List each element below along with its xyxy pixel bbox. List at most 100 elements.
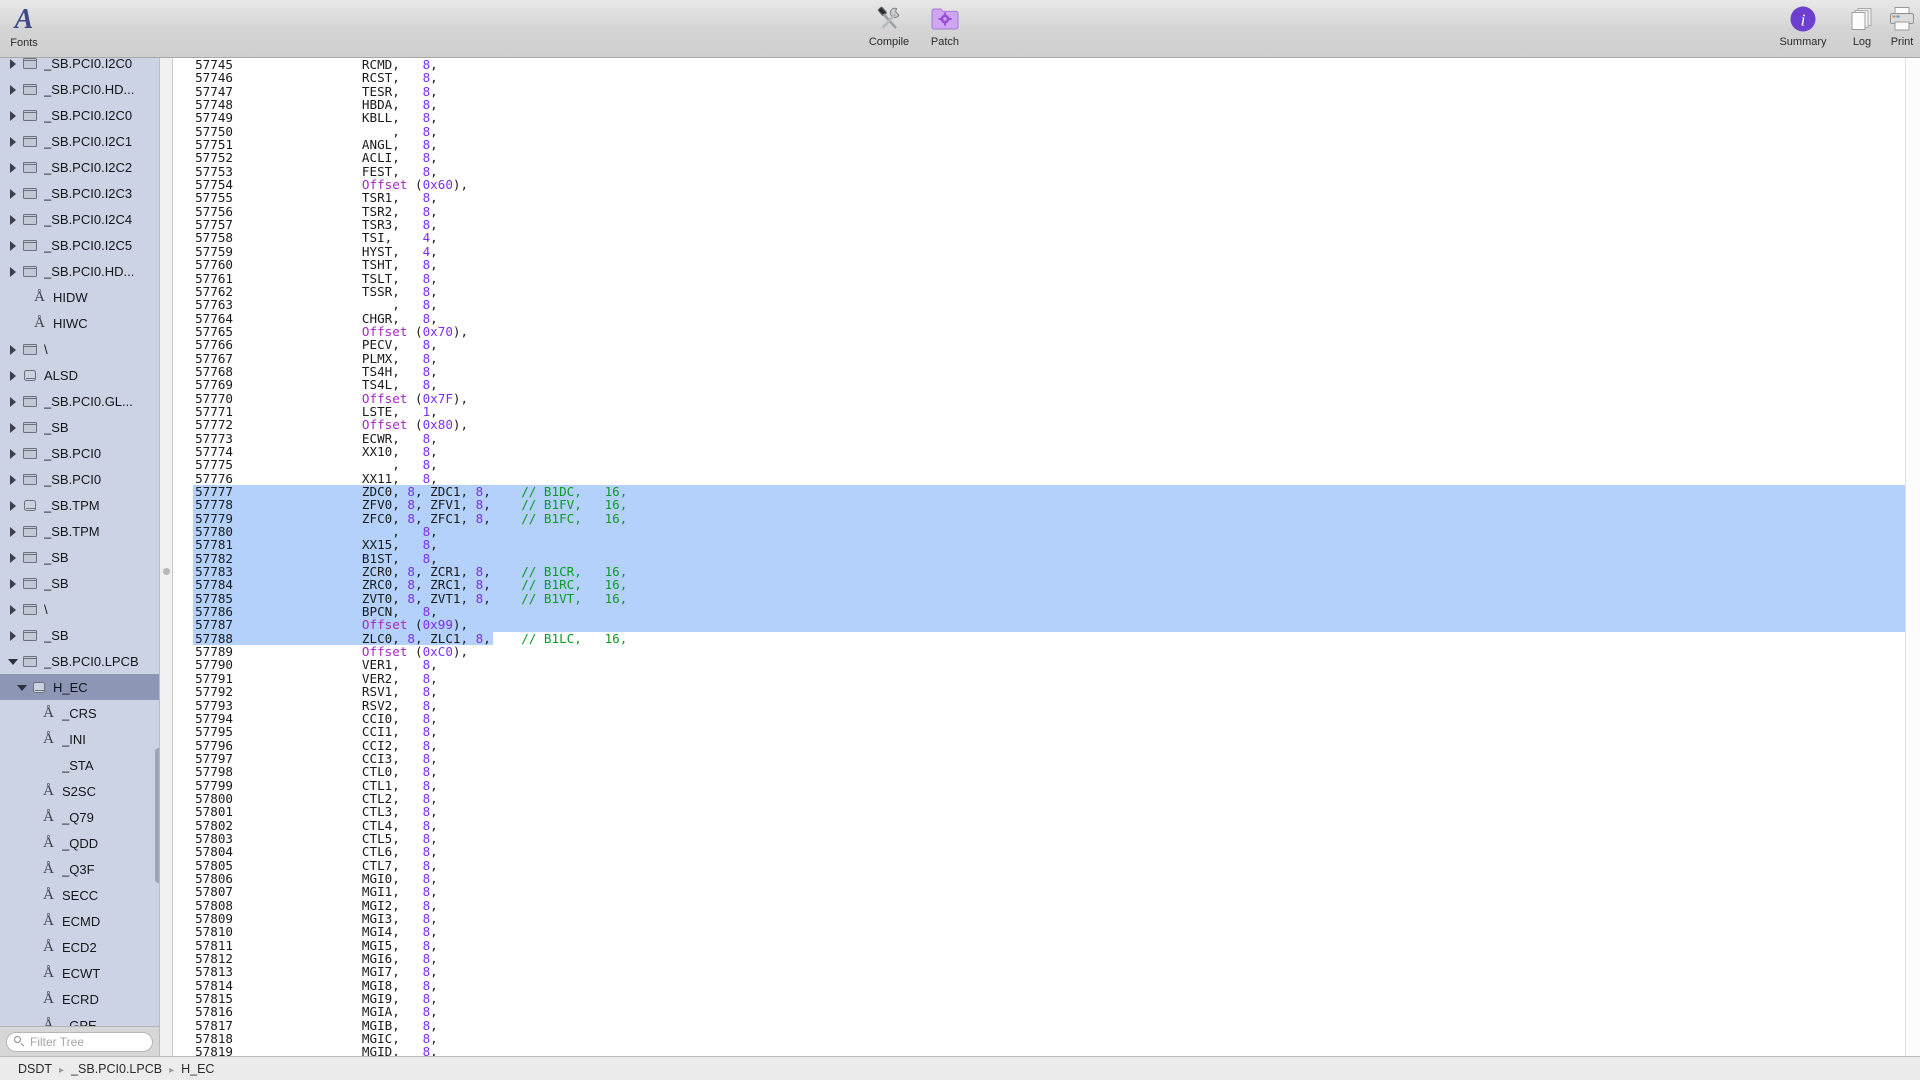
code-editor-panel[interactable]: 57745 RCMD, 8, 57746 RCST, 8, 57747 TESR, … [160,58,1920,1056]
chevron-right-icon[interactable] [8,474,19,485]
toolbar-button-log[interactable]: Log [1838,3,1886,49]
code-line[interactable]: 57790 VER1, 8, [173,658,1920,672]
code-line[interactable]: 57769 TS4L, 8, [173,378,1920,392]
tree-item--sb-pci0-i2c0[interactable]: _SB.PCI0.I2C0 [0,58,159,76]
chevron-right-icon[interactable] [8,578,19,589]
chevron-down-icon[interactable] [17,682,28,693]
tree-item-hidw[interactable]: Å HIDW [0,284,159,310]
tree-item-ecwt[interactable]: Å ECWT [0,960,159,986]
code-line[interactable]: 57767 PLMX, 8, [173,351,1920,365]
code-line[interactable]: 57819 MGID, 8, [173,1045,1920,1056]
code-line[interactable]: 57763 , 8, [173,298,1920,312]
tree-item--sb-pci0-i2c4[interactable]: _SB.PCI0.I2C4 [0,206,159,232]
code-line[interactable]: 57755 TSR1, 8, [173,191,1920,205]
filter-tree-input[interactable]: Filter Tree [6,1031,153,1052]
chevron-right-icon[interactable] [8,344,19,355]
chevron-right-icon[interactable] [8,110,19,121]
tree-item--sb[interactable]: _SB [0,570,159,596]
code-line[interactable]: 57749 KBLL, 8, [173,111,1920,125]
chevron-right-icon[interactable] [8,630,19,641]
chevron-right-icon[interactable] [8,84,19,95]
tree-item--sta[interactable]: _STA [0,752,159,778]
chevron-right-icon[interactable] [8,188,19,199]
code-line[interactable]: 57766 PECV, 8, [173,338,1920,352]
tree-item--ini[interactable]: Å _INI [0,726,159,752]
tree-item-ecrd[interactable]: Å ECRD [0,986,159,1012]
code-line[interactable]: 57799 CTL1, 8, [173,778,1920,792]
tree-item--sb-tpm[interactable]: _SB.TPM [0,492,159,518]
tree-item--sb[interactable]: _SB [0,622,159,648]
code-line[interactable]: 57772 Offset (0x80), [173,418,1920,432]
code-line[interactable]: 57805 CTL7, 8, [173,858,1920,872]
tree-item-h-ec[interactable]: H_EC [0,674,159,700]
chevron-right-icon[interactable] [8,266,19,277]
chevron-right-icon[interactable] [8,162,19,173]
tree-item--sb-pci0-lpcb[interactable]: _SB.PCI0.LPCB [0,648,159,674]
tree-item--sb-pci0-hd-[interactable]: _SB.PCI0.HD... [0,76,159,102]
code-line[interactable]: 57810 MGI4, 8, [173,925,1920,939]
tree-item--sb-pci0-i2c0[interactable]: _SB.PCI0.I2C0 [0,102,159,128]
tree-item-s2sc[interactable]: Å S2SC [0,778,159,804]
editor-vertical-scrollbar[interactable] [1905,58,1920,1056]
tree-item--crs[interactable]: Å _CRS [0,700,159,726]
tree-item--sb-pci0-i2c2[interactable]: _SB.PCI0.I2C2 [0,154,159,180]
tree-item--q3f[interactable]: Å _Q3F [0,856,159,882]
code-line[interactable]: 57752 ACLI, 8, [173,151,1920,165]
breadcrumb-item[interactable]: _SB.PCI0.LPCB [71,1062,162,1076]
chevron-right-icon[interactable] [8,240,19,251]
chevron-right-icon[interactable] [8,448,19,459]
toolbar-button-fonts[interactable]: A Fonts [0,4,48,50]
code-line[interactable]: 57816 MGIA, 8, [173,1005,1920,1019]
code-line[interactable]: 57760 TSHT, 8, [173,258,1920,272]
tree-item--sb-tpm[interactable]: _SB.TPM [0,518,159,544]
code-line[interactable]: 57770 Offset (0x7F), [173,391,1920,405]
code-text-area[interactable]: 57745 RCMD, 8, 57746 RCST, 8, 57747 TESR, … [173,58,1920,1056]
chevron-right-icon[interactable] [8,370,19,381]
code-line[interactable]: 57813 MGI7, 8, [173,965,1920,979]
toolbar-button-print[interactable]: Print [1880,3,1920,49]
tree-item--sb-pci0-hd-[interactable]: _SB.PCI0.HD... [0,258,159,284]
tree-item--[interactable]: \ [0,336,159,362]
chevron-right-icon[interactable] [8,136,19,147]
code-line[interactable]: 57807 MGI1, 8, [173,885,1920,899]
breadcrumb[interactable]: DSDT ▸ _SB.PCI0.LPCB ▸ H_EC [18,1062,214,1076]
chevron-right-icon[interactable] [8,396,19,407]
code-line[interactable]: 57758 TSI, 4, [173,231,1920,245]
code-line[interactable]: 57764 CHGR, 8, [173,311,1920,325]
code-line[interactable]: 57773 ECWR, 8, [173,431,1920,445]
tree-item-ecmd[interactable]: Å ECMD [0,908,159,934]
code-line[interactable]: 57781 XX15, 8, [173,538,1920,552]
code-line[interactable]: 57776 XX11, 8, [173,471,1920,485]
tree-item--sb-pci0[interactable]: _SB.PCI0 [0,466,159,492]
chevron-right-icon[interactable] [8,500,19,511]
breadcrumb-item[interactable]: H_EC [181,1062,214,1076]
chevron-right-icon[interactable] [8,214,19,225]
tree-item--[interactable]: \ [0,596,159,622]
code-line[interactable]: 57808 MGI2, 8, [173,898,1920,912]
code-line[interactable]: 57746 RCST, 8, [173,71,1920,85]
chevron-down-icon[interactable] [8,656,19,667]
code-line[interactable]: 57804 CTL6, 8, [173,845,1920,859]
tree-item--gpe[interactable]: Å _GPE [0,1012,159,1026]
code-line[interactable]: 57778 ZFV0, 8, ZFV1, 8, // B1FV, 16, [173,498,1920,512]
breadcrumb-item[interactable]: DSDT [18,1062,52,1076]
chevron-right-icon[interactable] [8,526,19,537]
code-line[interactable]: 57802 CTL4, 8, [173,818,1920,832]
tree-item-alsd[interactable]: ALSD [0,362,159,388]
code-line[interactable]: 57793 RSV2, 8, [173,698,1920,712]
tree-item--sb-pci0[interactable]: _SB.PCI0 [0,440,159,466]
code-line[interactable]: 57787 Offset (0x99), [173,618,1920,632]
chevron-right-icon[interactable] [8,552,19,563]
tree-item-hiwc[interactable]: Å HIWC [0,310,159,336]
tree-item-ecd2[interactable]: Å ECD2 [0,934,159,960]
tree-item--sb[interactable]: _SB [0,414,159,440]
tree-list[interactable]: _SB.PCI0.I2C0 _SB.PCI0.HD... _SB.PCI0.I2C0… [0,58,159,1026]
code-line[interactable]: 57761 TSLT, 8, [173,271,1920,285]
tree-item--sb-pci0-i2c5[interactable]: _SB.PCI0.I2C5 [0,232,159,258]
code-line[interactable]: 57775 , 8, [173,458,1920,472]
code-line[interactable]: 57795 CCI1, 8, [173,725,1920,739]
toolbar-button-summary[interactable]: i Summary [1768,3,1838,49]
tree-item--sb[interactable]: _SB [0,544,159,570]
tree-item--q79[interactable]: Å _Q79 [0,804,159,830]
tree-item--sb-pci0-i2c1[interactable]: _SB.PCI0.I2C1 [0,128,159,154]
